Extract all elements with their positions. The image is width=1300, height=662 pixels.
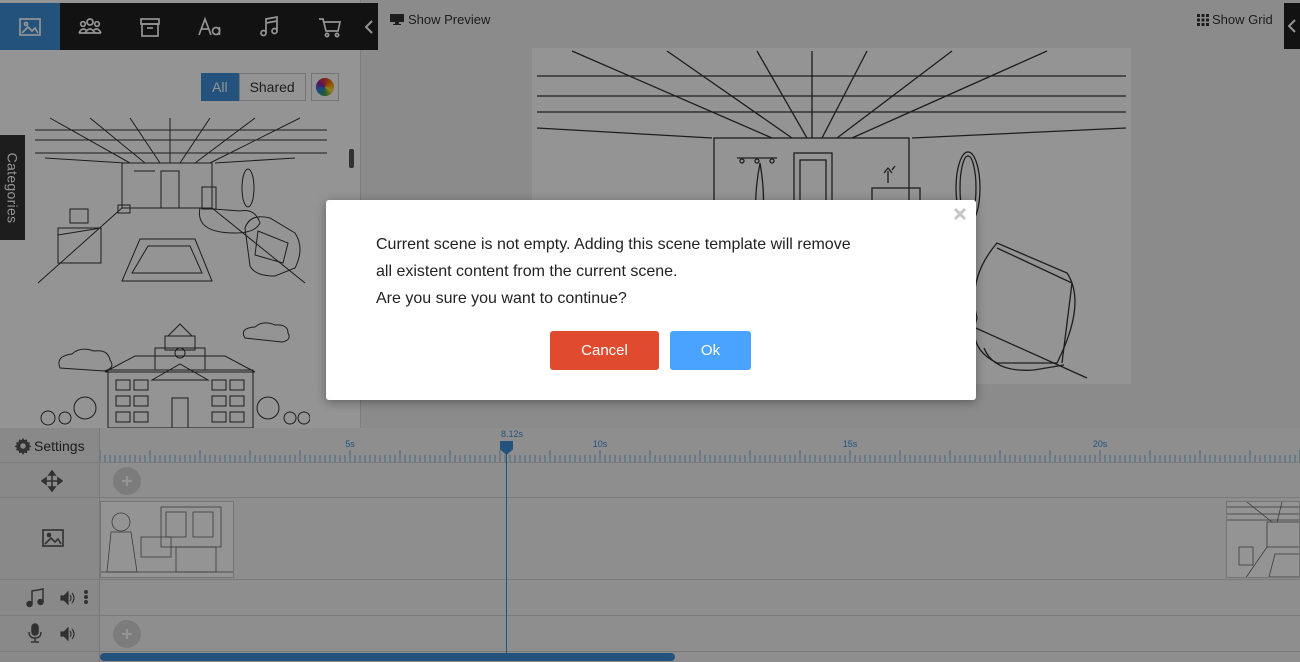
dialog-message-line-1: Current scene is not empty. Adding this … — [376, 236, 851, 253]
cancel-button[interactable]: Cancel — [550, 331, 659, 370]
dialog-message-line-2: all existent content from the current sc… — [376, 263, 678, 280]
close-icon — [953, 207, 967, 221]
ok-button[interactable]: Ok — [670, 331, 751, 370]
dialog-close-button[interactable] — [952, 206, 968, 222]
confirm-dialog: Current scene is not empty. Adding this … — [326, 200, 976, 400]
dialog-message: Current scene is not empty. Adding this … — [376, 231, 936, 312]
dialog-message-line-3: Are you sure you want to continue? — [376, 290, 627, 307]
